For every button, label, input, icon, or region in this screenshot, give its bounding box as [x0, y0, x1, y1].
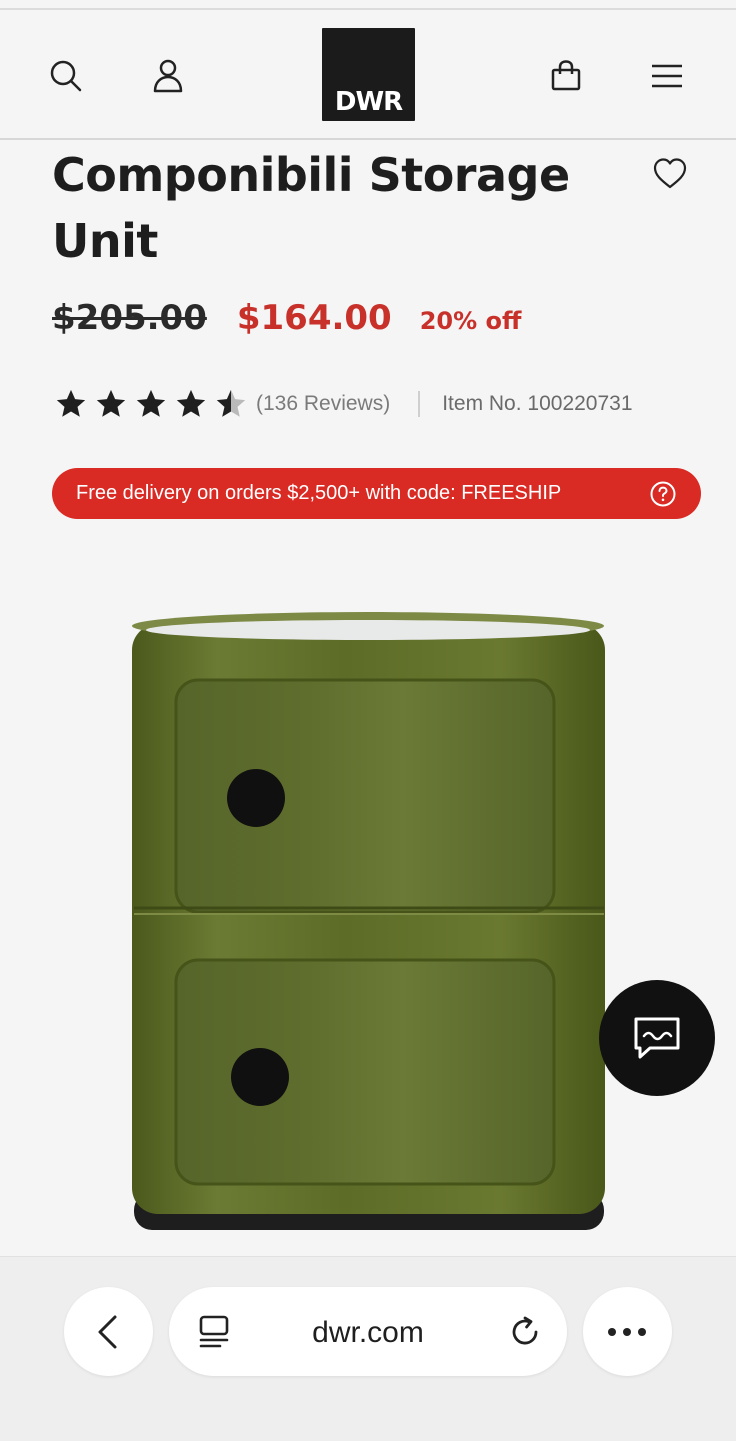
star-half-icon — [216, 389, 246, 417]
more-icon — [608, 1328, 646, 1336]
chat-button[interactable] — [599, 980, 715, 1096]
site-header: DWR — [0, 10, 736, 140]
sale-price: $164.00 — [236, 298, 392, 338]
more-options-button[interactable] — [583, 1287, 672, 1376]
help-icon[interactable] — [650, 481, 676, 507]
cart-button[interactable] — [546, 56, 586, 96]
account-icon — [153, 59, 183, 93]
reviews-link[interactable]: (136 Reviews) — [256, 392, 390, 416]
star-icon — [96, 389, 126, 417]
product-title: Componibili Storage Unit — [52, 148, 570, 268]
address-bar[interactable]: dwr.com — [169, 1287, 567, 1376]
star-rating[interactable] — [54, 387, 254, 421]
browser-toolbar: dwr.com — [0, 1256, 736, 1441]
product-image[interactable] — [118, 600, 618, 1250]
search-button[interactable] — [46, 56, 86, 96]
menu-icon — [652, 64, 682, 88]
original-price: $205.00 — [52, 298, 207, 338]
account-button[interactable] — [148, 56, 188, 96]
search-icon — [50, 60, 82, 92]
back-icon — [98, 1315, 117, 1349]
dwr-logo[interactable]: DWR — [322, 28, 415, 121]
menu-button[interactable] — [647, 56, 687, 96]
back-button[interactable] — [64, 1287, 153, 1376]
star-icon — [176, 389, 206, 417]
discount-label: 20% off — [419, 307, 522, 335]
bag-icon — [551, 60, 581, 91]
rating-row: (136 Reviews) Item No. 100220731 — [54, 384, 633, 424]
star-icon — [136, 389, 166, 417]
item-number: Item No. 100220731 — [442, 392, 633, 415]
favorite-button[interactable] — [652, 156, 688, 192]
chat-icon — [634, 1017, 680, 1059]
reload-icon[interactable] — [508, 1315, 542, 1349]
storage-unit-illustration — [132, 612, 605, 1230]
logo-text: DWR — [334, 87, 403, 117]
heart-icon — [653, 158, 687, 189]
promo-banner[interactable]: Free delivery on orders $2,500+ with cod… — [52, 468, 701, 519]
star-icon — [56, 389, 86, 417]
price-row: $205.00 $164.00 20% off — [52, 298, 521, 348]
divider — [418, 391, 421, 417]
promo-text: Free delivery on orders $2,500+ with cod… — [76, 482, 562, 504]
